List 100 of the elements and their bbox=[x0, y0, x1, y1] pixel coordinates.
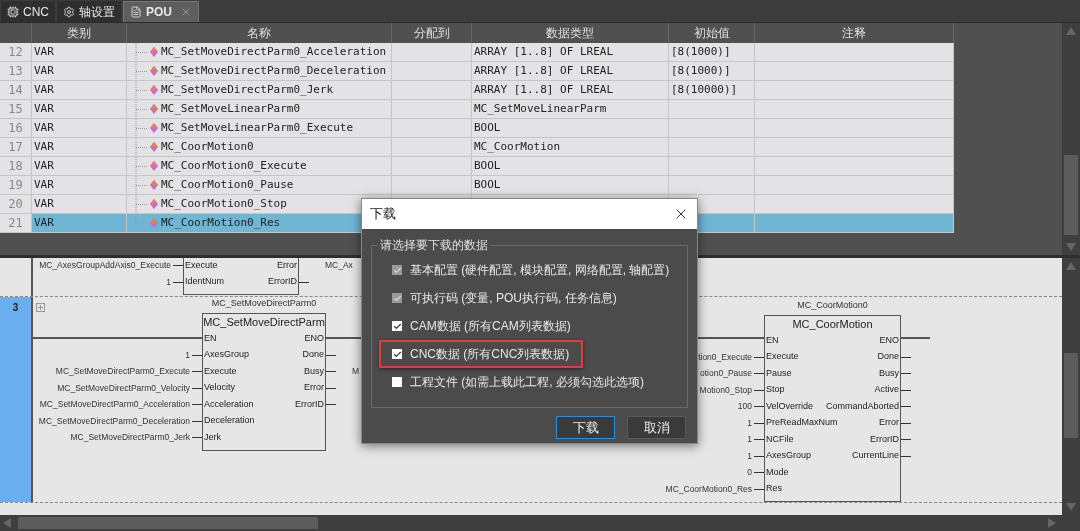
chip-icon bbox=[7, 5, 19, 18]
scroll-down-icon[interactable] bbox=[1066, 243, 1076, 251]
row-number: 15 bbox=[0, 100, 32, 119]
document-icon bbox=[130, 6, 142, 18]
table-row[interactable]: 14 VAR MC_SetMoveDirectParm0_Jerk ARRAY [1..8] OF LREAL [8(10000)] bbox=[0, 81, 954, 100]
block-title: MC_SetMoveDirectParm bbox=[202, 315, 326, 330]
scroll-up-icon[interactable] bbox=[1066, 27, 1076, 35]
pin-label: Done bbox=[302, 350, 324, 360]
tab[interactable]: CNC bbox=[1, 1, 55, 22]
scroll-left-icon[interactable] bbox=[3, 518, 11, 528]
variable-label: 1 bbox=[747, 451, 752, 460]
table-cell: ARRAY [1..8] OF LREAL bbox=[472, 81, 669, 100]
scrollbar-thumb[interactable] bbox=[1064, 353, 1078, 438]
function-block[interactable] bbox=[764, 315, 901, 502]
table-cell: VAR bbox=[32, 157, 127, 176]
wire bbox=[299, 281, 309, 283]
pin-label: VelOverride bbox=[766, 401, 814, 411]
checkbox[interactable] bbox=[392, 377, 402, 387]
variable-label: 100 bbox=[737, 402, 752, 411]
wire bbox=[901, 356, 911, 358]
pin-label: EN bbox=[766, 335, 779, 345]
diamond-icon bbox=[150, 199, 158, 209]
pin-label: IdentNum bbox=[185, 277, 225, 287]
tree-connector bbox=[135, 62, 147, 80]
check-icon bbox=[392, 349, 402, 359]
pin-label: Velocity bbox=[204, 383, 236, 393]
scrollbar-thumb[interactable] bbox=[1064, 155, 1078, 235]
checkbox[interactable] bbox=[392, 321, 402, 331]
diamond-icon bbox=[150, 47, 158, 57]
check-icon bbox=[392, 321, 402, 331]
table-cell: BOOL bbox=[472, 176, 669, 195]
table-row[interactable]: 15 VAR MC_SetMoveLinearParm0 MC_SetMoveLinearParm bbox=[0, 100, 954, 119]
pin-label: Busy bbox=[879, 368, 899, 378]
expand-icon[interactable] bbox=[36, 303, 45, 312]
tab[interactable]: 轴设置 bbox=[57, 1, 121, 22]
option-label: 基本配置 (硬件配置, 模块配置, 网络配置, 轴配置) bbox=[410, 262, 670, 279]
table-row[interactable]: 19 VAR MC_CoorMotion0_Pause BOOL bbox=[0, 176, 954, 195]
option-label: CNC数据 (所有CNC列表数据) bbox=[410, 346, 570, 363]
pin-label: Done bbox=[877, 352, 899, 362]
wire bbox=[754, 488, 764, 490]
scroll-up-icon[interactable] bbox=[1066, 262, 1076, 270]
variable-name: MC_CoorMotion0_Pause bbox=[161, 176, 294, 193]
pin-label: Jerk bbox=[204, 432, 221, 442]
gear-icon bbox=[63, 5, 75, 18]
row-number: 20 bbox=[0, 195, 32, 214]
variable-name: MC_SetMoveDirectParm0_Acceleration bbox=[161, 43, 387, 60]
diamond-icon bbox=[150, 180, 158, 190]
variable-label: 1 bbox=[747, 435, 752, 444]
dialog-button[interactable]: 取消 bbox=[627, 416, 686, 439]
function-block[interactable] bbox=[183, 258, 299, 295]
table-cell: VAR bbox=[32, 100, 127, 119]
table-row[interactable]: 17 VAR MC_CoorMotion0 MC_CoorMotion bbox=[0, 138, 954, 157]
rung-number: 3 bbox=[12, 301, 19, 315]
scroll-right-icon[interactable] bbox=[1048, 518, 1056, 528]
variable-name: MC_CoorMotion0_Res bbox=[161, 214, 281, 231]
function-block[interactable] bbox=[202, 313, 326, 451]
table-cell: MC_SetMoveLinearParm bbox=[472, 100, 669, 119]
group-label: 请选择要下载的数据 bbox=[378, 237, 490, 253]
variable-label: Motion0_Stop bbox=[699, 385, 752, 394]
variable-label: MC_SetMoveDirectParm0_Deceleration bbox=[38, 416, 190, 425]
variable-label: MC_SetMoveDirectParm0_Jerk bbox=[70, 433, 190, 442]
wire bbox=[192, 404, 202, 406]
table-row[interactable]: 12 VAR MC_SetMoveDirectParm0_Acceleration ARRAY [1..8] OF LREAL [8(1000)] bbox=[0, 43, 954, 62]
table-cell: VAR bbox=[32, 138, 127, 157]
table-row[interactable]: 16 VAR MC_SetMoveLinearParm0_Execute BOOL bbox=[0, 119, 954, 138]
diamond-icon bbox=[150, 85, 158, 95]
pin-label: Res bbox=[766, 484, 782, 494]
wire bbox=[326, 404, 336, 406]
dialog-button[interactable]: 下载 bbox=[556, 416, 615, 439]
row-number: 16 bbox=[0, 119, 32, 138]
table-row[interactable]: 13 VAR MC_SetMoveDirectParm0_Deceleration ARRAY [1..8] OF LREAL [8(1000)] bbox=[0, 62, 954, 81]
pin-label: Execute bbox=[185, 260, 218, 270]
rung-number-cell[interactable]: 3 bbox=[0, 297, 33, 502]
table-cell: [8(10000)] bbox=[669, 81, 755, 100]
wire bbox=[754, 472, 764, 474]
wire bbox=[192, 371, 202, 373]
variable-name: MC_SetMoveLinearParm0_Execute bbox=[161, 119, 354, 136]
pin-label: Deceleration bbox=[204, 416, 255, 426]
scrollbar-thumb[interactable] bbox=[18, 517, 318, 529]
table-row[interactable]: 18 VAR MC_CoorMotion0_Execute BOOL bbox=[0, 157, 954, 176]
pin-label: Stop bbox=[766, 385, 785, 395]
variable-name: MC_SetMoveDirectParm0_Deceleration bbox=[161, 62, 387, 79]
variable-label: 1 bbox=[185, 350, 190, 359]
wire bbox=[901, 455, 911, 457]
tree-connector bbox=[135, 43, 147, 61]
variable-label: MC_SetMoveDirectParm0_Acceleration bbox=[39, 400, 190, 409]
variable-label: M bbox=[352, 367, 360, 376]
checkbox[interactable] bbox=[392, 349, 402, 359]
pin-label: Error bbox=[304, 383, 324, 393]
variable-label: MC_Ax bbox=[325, 261, 353, 270]
table-cell: VAR bbox=[32, 176, 127, 195]
pin-label: Execute bbox=[204, 366, 237, 376]
scroll-down-icon[interactable] bbox=[1066, 503, 1076, 511]
diamond-icon bbox=[150, 104, 158, 114]
variable-name: MC_CoorMotion0 bbox=[161, 138, 254, 155]
wire bbox=[754, 455, 764, 457]
tab[interactable]: POU bbox=[123, 1, 199, 22]
table-cell: ARRAY [1..8] OF LREAL bbox=[472, 43, 669, 62]
pin-label: CommandAborted bbox=[825, 401, 899, 411]
pin-label: Execute bbox=[766, 352, 799, 362]
